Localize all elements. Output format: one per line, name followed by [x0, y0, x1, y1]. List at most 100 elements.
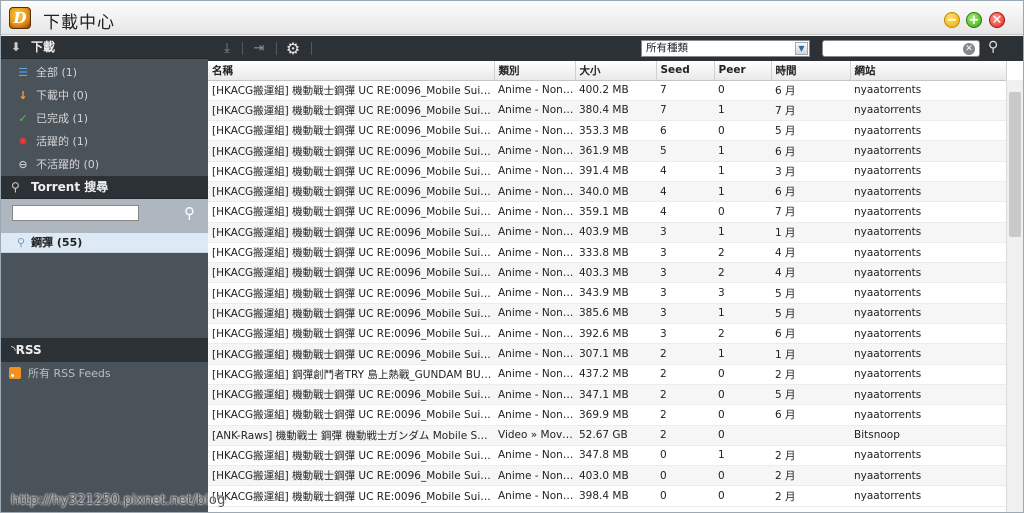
sidebar-item-inactive[interactable]: ⊖ 不活躍的 (0): [1, 153, 208, 176]
table-cell: Anime - Non-English-translated: [494, 323, 575, 345]
table-cell: 2 月: [771, 485, 850, 507]
table-cell: 400.2 MB: [575, 80, 656, 101]
table-cell: Anime - Non-English-translated: [494, 222, 575, 243]
table-row[interactable]: [HKACG搬運組] 機動戰士鋼彈 UC RE:0096_Mobile Suit…: [208, 201, 1006, 223]
table-cell: [HKACG搬運組] 機動戰士鋼彈 UC RE:0096_Mobile Suit…: [208, 201, 494, 223]
table-row[interactable]: [HKACG搬運組] 機動戰士鋼彈 UC RE:0096_Mobile Suit…: [208, 465, 1006, 487]
column-header-seed[interactable]: Seed: [656, 61, 715, 81]
close-button[interactable]: ✕: [989, 12, 1005, 28]
table-cell: 369.9 MB: [575, 404, 656, 426]
table-cell: [771, 425, 850, 446]
table-row[interactable]: [HKACG搬運組] 機動戰士鋼彈 UC RE:0096_Mobile Suit…: [208, 262, 1006, 284]
sidebar-item-label: 下載中 (0): [36, 89, 89, 102]
column-header-peer[interactable]: Peer: [714, 61, 772, 81]
table-row[interactable]: [HKACG搬運組] 機動戰士鋼彈 UC RE:0096_Mobile Suit…: [208, 384, 1006, 406]
torrent-search-input[interactable]: [12, 205, 139, 221]
table-row[interactable]: [ANK-Raws] 機動戰士 鋼彈 機動戦士ガンダム Mobile Suit …: [208, 425, 1006, 446]
table-cell: 1: [714, 445, 771, 467]
rss-section-header[interactable]: ◝RSS: [1, 338, 208, 362]
table-cell: 4: [656, 161, 714, 182]
category-select[interactable]: 所有種類 ▼: [641, 40, 810, 57]
table-row[interactable]: [HKACG搬運組] 鋼彈創鬥者TRY 島上熱戰_GUNDAM BUILD FI…: [208, 364, 1006, 385]
table-cell: 4: [656, 181, 714, 203]
table-row[interactable]: [HKACG搬運組] 機動戰士鋼彈 UC RE:0096_Mobile Suit…: [208, 445, 1006, 467]
results-table-container: 名稱 類別 大小 Seed Peer 時間 網站 [HKACG搬運組] 機動戰士…: [208, 61, 1023, 512]
table-row[interactable]: [HKACG搬運組] 機動戰士鋼彈 UC RE:0096_Mobile Suit…: [208, 303, 1006, 325]
table-cell: 1: [714, 140, 771, 162]
sidebar-item-downloading[interactable]: ↓ 下載中 (0): [1, 84, 208, 107]
table-row[interactable]: [HKACG搬運組] 機動戰士鋼彈 UC RE:0096_Mobile Suit…: [208, 181, 1006, 203]
table-row[interactable]: [HKACG搬運組] 機動戰士鋼彈 UC RE:0096_Mobile Suit…: [208, 140, 1006, 162]
table-row[interactable]: [HKACG搬運組] 機動戰士鋼彈 UC RE:0096_Mobile Suit…: [208, 80, 1006, 101]
table-cell: 2: [714, 242, 771, 264]
column-header-time[interactable]: 時間: [771, 61, 851, 81]
table-cell: [HKACG搬運組] 機動戰士鋼彈 UC RE:0096_Mobile Suit…: [208, 323, 494, 345]
table-row[interactable]: [HKACG搬運組] 機動戰士鋼彈 UC RE:0096_Mobile Suit…: [208, 222, 1006, 243]
saved-search-item[interactable]: ⚲ 鋼彈 (55): [1, 233, 208, 253]
move-button[interactable]: ⇥: [250, 40, 268, 57]
table-cell: 1: [714, 343, 771, 365]
column-header-category[interactable]: 類別: [494, 61, 576, 81]
table-row[interactable]: [HKACG搬運組] 機動戰士鋼彈 UC RE:0096_Mobile Suit…: [208, 485, 1006, 507]
download-section-header[interactable]: ⬇ 下載: [1, 36, 208, 59]
column-header-site[interactable]: 網站: [850, 61, 1007, 81]
table-cell: 6 月: [771, 323, 850, 345]
table-cell: [HKACG搬運組] 機動戰士鋼彈 UC RE:0096_Mobile Suit…: [208, 120, 494, 142]
table-cell: 0: [714, 120, 771, 142]
clear-icon[interactable]: ✕: [963, 43, 975, 55]
filter-search-field[interactable]: ✕: [822, 40, 980, 57]
table-cell: 437.2 MB: [575, 364, 656, 385]
table-cell: [HKACG搬運組] 機動戰士鋼彈 UC RE:0096_Mobile Suit…: [208, 100, 494, 122]
table-row[interactable]: [HKACG搬運組] 機動戰士鋼彈 UC RE:0096_Mobile Suit…: [208, 404, 1006, 426]
table-cell: [HKACG搬運組] 機動戰士鋼彈 UC RE:0096_Mobile Suit…: [208, 485, 494, 507]
maximize-button[interactable]: +: [966, 12, 982, 28]
table-cell: Bitsnoop: [850, 425, 1006, 446]
sidebar-item-completed[interactable]: ✓ 已完成 (1): [1, 107, 208, 130]
rss-feed-icon: [9, 367, 21, 379]
vertical-scrollbar[interactable]: [1006, 80, 1023, 512]
table-cell: 7: [656, 80, 714, 101]
torrent-search-header[interactable]: ⚲ Torrent 搜尋: [1, 176, 208, 199]
table-row[interactable]: [HKACG搬運組] 機動戰士鋼彈 UC RE:0096_Mobile Suit…: [208, 282, 1006, 304]
table-row[interactable]: [HKACG搬運組] 機動戰士鋼彈 UC RE:0096_Mobile Suit…: [208, 343, 1006, 365]
table-cell: [HKACG搬運組] 機動戰士鋼彈 UC RE:0096_Mobile Suit…: [208, 140, 494, 162]
table-cell: 359.1 MB: [575, 201, 656, 223]
table-cell: 2 月: [771, 465, 850, 487]
table-cell: nyaatorrents: [850, 120, 1006, 142]
table-cell: nyaatorrents: [850, 465, 1006, 487]
rss-header-label: RSS: [15, 343, 42, 357]
table-row[interactable]: [HKACG搬運組] 機動戰士鋼彈 UC RE:0096_Mobile Suit…: [208, 242, 1006, 264]
search-icon[interactable]: ⚲: [184, 204, 195, 222]
download-button[interactable]: ⤓: [218, 40, 236, 57]
table-row[interactable]: [HKACG搬運組] 機動戰士鋼彈 UC RE:0096_Mobile Suit…: [208, 120, 1006, 142]
rss-all-feeds-item[interactable]: 所有 RSS Feeds: [1, 362, 208, 385]
search-icon[interactable]: ⚲: [988, 39, 998, 55]
table-cell: 5 月: [771, 282, 850, 304]
table-cell: [HKACG搬運組] 機動戰士鋼彈 UC RE:0096_Mobile Suit…: [208, 404, 494, 426]
column-header-name[interactable]: 名稱: [208, 61, 495, 81]
table-cell: 1: [714, 100, 771, 122]
table-cell: 3: [656, 282, 714, 304]
app-logo-icon: D: [9, 7, 31, 29]
table-cell: Video » Movies: [494, 425, 575, 446]
table-cell: 5 月: [771, 120, 850, 142]
table-cell: 4: [656, 201, 714, 223]
table-cell: 2: [656, 384, 714, 406]
table-cell: 3: [656, 242, 714, 264]
chevron-down-icon[interactable]: ▼: [795, 42, 808, 55]
table-cell: 347.1 MB: [575, 384, 656, 406]
settings-gear-icon[interactable]: ⚙: [284, 40, 302, 57]
table-cell: Anime - Non-English-translated: [494, 120, 575, 142]
table-row[interactable]: [HKACG搬運組] 機動戰士鋼彈 UC RE:0096_Mobile Suit…: [208, 161, 1006, 182]
table-cell: 2: [656, 364, 714, 385]
table-row[interactable]: [HKACG搬運組] 機動戰士鋼彈 UC RE:0096_Mobile Suit…: [208, 100, 1006, 122]
table-cell: 1 月: [771, 343, 850, 365]
scrollbar-thumb[interactable]: [1009, 92, 1021, 237]
sidebar-item-all[interactable]: ☰ 全部 (1): [1, 61, 208, 84]
table-cell: 0: [714, 80, 771, 101]
column-header-size[interactable]: 大小: [575, 61, 657, 81]
download-header-label: 下載: [31, 40, 56, 54]
sidebar-item-active[interactable]: ✹ 活躍的 (1): [1, 130, 208, 153]
table-row[interactable]: [HKACG搬運組] 機動戰士鋼彈 UC RE:0096_Mobile Suit…: [208, 323, 1006, 345]
minimize-button[interactable]: −: [944, 12, 960, 28]
